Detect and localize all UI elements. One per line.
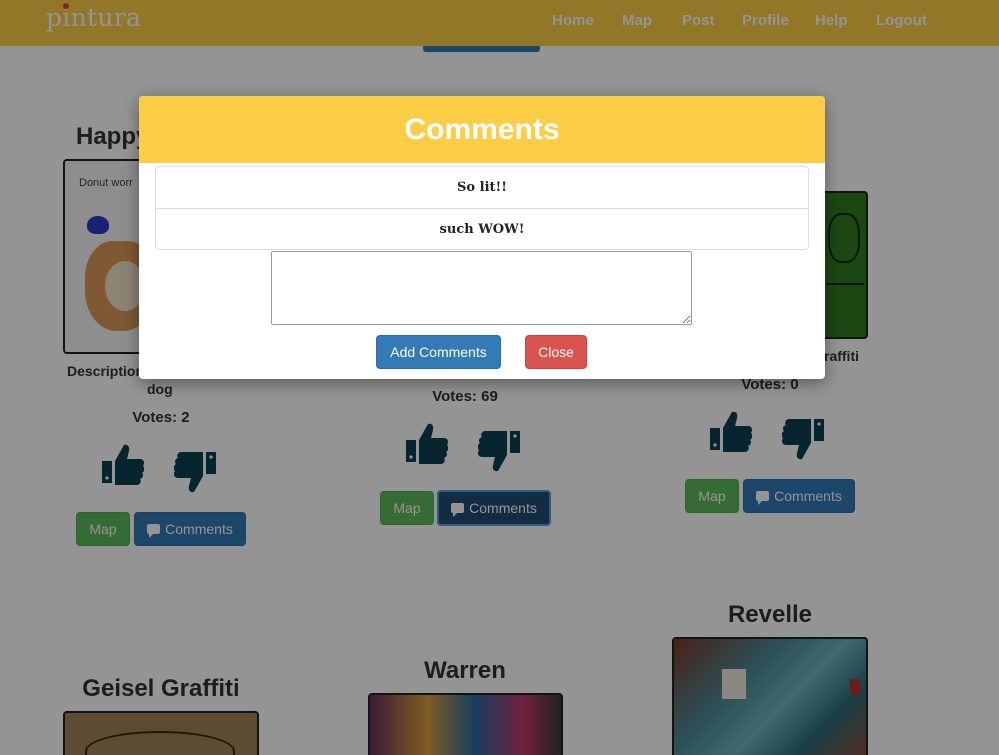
comments-modal: Comments So lit!! such WOW! Add Comments…: [139, 96, 825, 379]
modal-header: Comments: [139, 96, 825, 163]
modal-title: Comments: [404, 112, 560, 146]
close-button[interactable]: Close: [525, 335, 587, 369]
comment-item: such WOW!: [156, 208, 808, 249]
comment-item: So lit!!: [457, 180, 507, 195]
comment-list: So lit!! such WOW!: [155, 166, 809, 250]
add-comments-button[interactable]: Add Comments: [376, 335, 501, 369]
comment-input[interactable]: [271, 251, 692, 325]
